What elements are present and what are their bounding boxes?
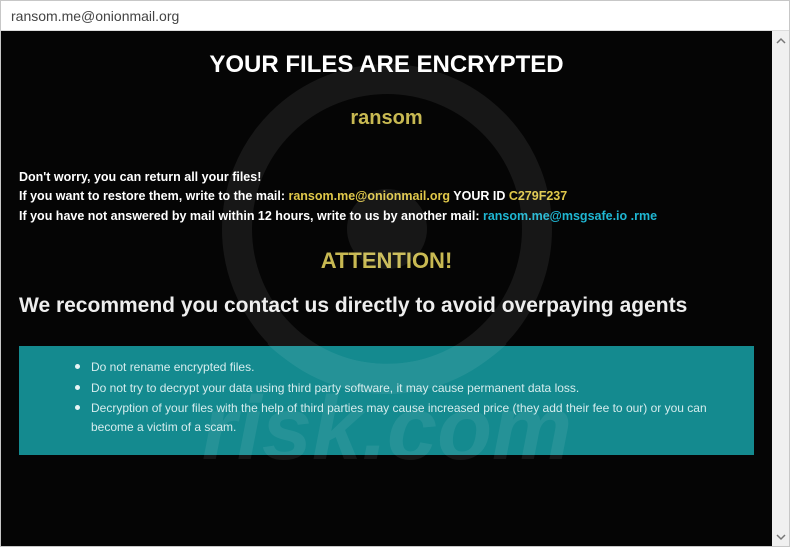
scroll-up-button[interactable] xyxy=(773,33,788,48)
primary-email: ransom.me@onionmail.org xyxy=(288,189,450,203)
window-title: ransom.me@onionmail.org xyxy=(11,8,179,24)
client-area: risk.com YOUR FILES ARE ENCRYPTED ransom… xyxy=(1,31,789,546)
title-bar[interactable]: ransom.me@onionmail.org xyxy=(1,1,789,31)
warning-box: Do not rename encrypted files. Do not tr… xyxy=(19,346,754,454)
your-id-value: C279F237 xyxy=(509,189,567,203)
vertical-scrollbar[interactable] xyxy=(772,31,789,546)
subheading-ransom: ransom xyxy=(19,107,754,130)
list-item: Do not try to decrypt your data using th… xyxy=(75,379,738,398)
scroll-down-button[interactable] xyxy=(773,529,788,544)
info-line-3-pre: If you have not answered by mail within … xyxy=(19,209,483,223)
recommend-line: We recommend you contact us directly to … xyxy=(19,294,754,318)
your-id-label: YOUR ID xyxy=(450,189,509,203)
secondary-email: ransom.me@msgsafe.io .rme xyxy=(483,209,657,223)
ransom-note-content: risk.com YOUR FILES ARE ENCRYPTED ransom… xyxy=(1,31,772,546)
attention-heading: ATTENTION! xyxy=(19,248,754,274)
window-frame: ransom.me@onionmail.org risk.com YOUR FI… xyxy=(0,0,790,547)
info-line-2-pre: If you want to restore them, write to th… xyxy=(19,189,288,203)
list-item: Do not rename encrypted files. xyxy=(75,358,738,377)
heading-encrypted: YOUR FILES ARE ENCRYPTED xyxy=(19,51,754,79)
info-line-1: Don't worry, you can return all your fil… xyxy=(19,170,261,184)
instructions-block: Don't worry, you can return all your fil… xyxy=(19,168,754,226)
list-item: Decryption of your files with the help o… xyxy=(75,399,738,436)
